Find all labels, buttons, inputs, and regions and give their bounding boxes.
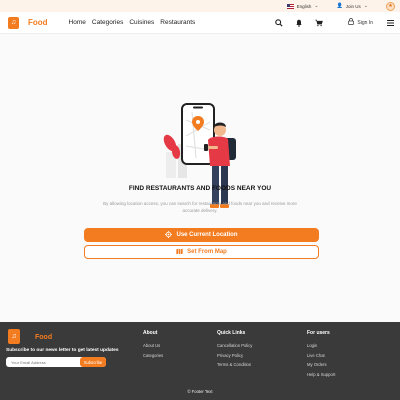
- user-icon: 👤: [336, 3, 343, 9]
- footer-link-categories[interactable]: Categories: [143, 353, 163, 358]
- nav-link-categories[interactable]: Categories: [92, 19, 123, 26]
- us-flag-icon: [286, 3, 294, 9]
- email-field[interactable]: [6, 357, 78, 367]
- site-footer: ♫ Food Subscribe to our news letter to g…: [0, 322, 400, 400]
- sign-in-label: Sign In: [357, 19, 373, 26]
- footer-column-quick-links: Quick Links Cancellation Policy Privacy …: [217, 330, 252, 372]
- set-from-map-label: Set From Map: [187, 249, 227, 255]
- footer-heading: Quick Links: [217, 330, 246, 336]
- footer-link-privacy-policy[interactable]: Privacy Policy: [217, 353, 252, 358]
- search-icon[interactable]: [275, 18, 284, 27]
- sign-in-button[interactable]: Sign In: [348, 18, 373, 27]
- footer-link-cancellation-policy[interactable]: Cancellation Policy: [217, 343, 252, 348]
- brand-name[interactable]: Food: [28, 18, 48, 27]
- footer-brand: Food: [35, 334, 53, 341]
- chevron-down-icon: ⌄: [314, 3, 319, 9]
- newsletter-text: Subscribe to our news letter to get late…: [6, 348, 119, 353]
- nav-link-home[interactable]: Home: [69, 19, 86, 26]
- footer-link-live-chat[interactable]: Live Chat: [307, 353, 335, 358]
- footer-link-my-orders[interactable]: My Orders: [307, 362, 335, 367]
- cart-icon[interactable]: [315, 19, 324, 27]
- footer-link-about-us[interactable]: About Us: [143, 343, 163, 348]
- use-current-location-button[interactable]: Use Current Location: [84, 228, 319, 242]
- subscribe-button[interactable]: Subscribe: [80, 357, 106, 367]
- newsletter-form: Subscribe: [6, 357, 106, 367]
- set-from-map-button[interactable]: Set From Map: [84, 245, 319, 259]
- language-label: English: [296, 3, 312, 9]
- nav-actions: Sign In: [275, 18, 400, 27]
- footer-link-login[interactable]: Login: [307, 343, 335, 348]
- nav-links: Home Categories Cuisines Restaurants: [69, 19, 196, 26]
- top-utility-bar: English ⌄ 👤 Join Us ⌄ ★: [0, 0, 400, 12]
- nav-link-cuisines[interactable]: Cuisines: [129, 19, 154, 26]
- footer-logo-icon[interactable]: ♫: [8, 329, 20, 344]
- use-current-location-label: Use Current Location: [176, 232, 238, 238]
- chevron-down-icon: ⌄: [363, 3, 368, 9]
- footer-heading: About: [143, 330, 158, 336]
- join-us-menu[interactable]: 👤 Join Us ⌄: [337, 3, 368, 9]
- coin-icon[interactable]: ★: [386, 1, 395, 11]
- footer-column-about: About About Us Categories: [143, 330, 163, 362]
- page-description: By allowing location access, you can sea…: [103, 201, 297, 213]
- lock-icon: [348, 18, 355, 27]
- location-target-icon: [165, 230, 173, 240]
- footer-column-users: For users Login Live Chat My Orders Help…: [307, 330, 335, 381]
- nav-link-restaurants[interactable]: Restaurants: [160, 19, 195, 26]
- logo-icon[interactable]: ♫: [8, 16, 19, 29]
- page-title: FIND RESTAURANTS AND FOODS NEAR YOU: [128, 185, 272, 192]
- location-illustration: [163, 103, 236, 208]
- main-navbar: ♫ Food Home Categories Cuisines Restaura…: [0, 12, 400, 34]
- menu-icon[interactable]: [386, 19, 394, 27]
- map-icon: [176, 248, 183, 257]
- join-us-label: Join Us: [345, 3, 361, 9]
- footer-heading: For users: [307, 330, 330, 336]
- footer-link-terms[interactable]: Terms & Condition: [217, 362, 252, 367]
- copyright-text: © Footer Text: [187, 389, 213, 394]
- location-access-section: FIND RESTAURANTS AND FOODS NEAR YOU By a…: [0, 34, 400, 322]
- language-selector[interactable]: English ⌄: [286, 3, 319, 9]
- footer-link-help-support[interactable]: Help & Support: [307, 372, 335, 377]
- bell-icon[interactable]: [295, 19, 303, 27]
